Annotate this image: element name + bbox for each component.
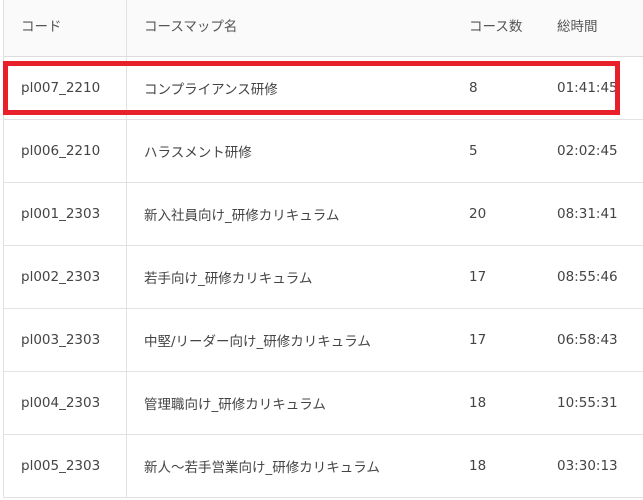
row-course-map-name: ハラスメント研修 bbox=[126, 120, 456, 182]
row-course-count: 17 bbox=[469, 332, 487, 348]
table-row[interactable]: pl002_2303 若手向け_研修カリキュラム 17 08:55:46 bbox=[4, 246, 643, 309]
row-course-map-name: 管理職向け_研修カリキュラム bbox=[126, 372, 456, 434]
row-course-count: 8 bbox=[469, 80, 478, 96]
row-total-time: 08:55:46 bbox=[557, 269, 618, 285]
table-row[interactable]: pl004_2303 管理職向け_研修カリキュラム 18 10:55:31 bbox=[4, 372, 643, 435]
table-row[interactable]: pl007_2210 コンプライアンス研修 8 01:41:45 bbox=[4, 57, 643, 120]
row-code: pl002_2303 bbox=[21, 269, 101, 285]
row-course-count: 18 bbox=[469, 458, 487, 474]
row-total-time: 02:02:45 bbox=[557, 143, 618, 159]
table-row[interactable]: pl003_2303 中堅/リーダー向け_研修カリキュラム 17 06:58:4… bbox=[4, 309, 643, 372]
header-course-map-name[interactable]: コースマップ名 bbox=[126, 0, 456, 56]
row-course-map-name: 新入社員向け_研修カリキュラム bbox=[126, 183, 456, 245]
row-course-map-name: コンプライアンス研修 bbox=[126, 57, 456, 119]
row-code: pl005_2303 bbox=[21, 458, 101, 474]
row-course-count: 18 bbox=[469, 395, 487, 411]
row-code: pl003_2303 bbox=[21, 332, 101, 348]
row-total-time: 03:30:13 bbox=[557, 458, 618, 474]
row-course-map-name: 若手向け_研修カリキュラム bbox=[126, 246, 456, 308]
row-total-time: 06:58:43 bbox=[557, 332, 618, 348]
row-code: pl006_2210 bbox=[21, 143, 101, 159]
row-course-map-name: 中堅/リーダー向け_研修カリキュラム bbox=[126, 309, 456, 371]
header-course-count[interactable]: コース数 bbox=[469, 0, 554, 56]
row-total-time: 10:55:31 bbox=[557, 395, 618, 411]
row-course-count: 17 bbox=[469, 269, 487, 285]
header-code[interactable]: コード bbox=[4, 0, 126, 56]
header-total-time[interactable]: 総時間 bbox=[557, 0, 643, 56]
table-row[interactable]: pl006_2210 ハラスメント研修 5 02:02:45 bbox=[4, 120, 643, 183]
row-total-time: 01:41:45 bbox=[557, 80, 618, 96]
row-code: pl004_2303 bbox=[21, 395, 101, 411]
row-course-count: 5 bbox=[469, 143, 478, 159]
table-header: コード コースマップ名 コース数 総時間 bbox=[4, 0, 643, 57]
row-course-count: 20 bbox=[469, 206, 487, 222]
table-row[interactable]: pl001_2303 新入社員向け_研修カリキュラム 20 08:31:41 bbox=[4, 183, 643, 246]
table-row[interactable]: pl005_2303 新人～若手営業向け_研修カリキュラム 18 03:30:1… bbox=[4, 435, 643, 498]
row-total-time: 08:31:41 bbox=[557, 206, 618, 222]
row-code: pl007_2210 bbox=[21, 80, 101, 96]
course-map-table: コード コースマップ名 コース数 総時間 pl007_2210 コンプライアンス… bbox=[3, 0, 643, 498]
row-code: pl001_2303 bbox=[21, 206, 101, 222]
row-course-map-name: 新人～若手営業向け_研修カリキュラム bbox=[126, 435, 456, 497]
